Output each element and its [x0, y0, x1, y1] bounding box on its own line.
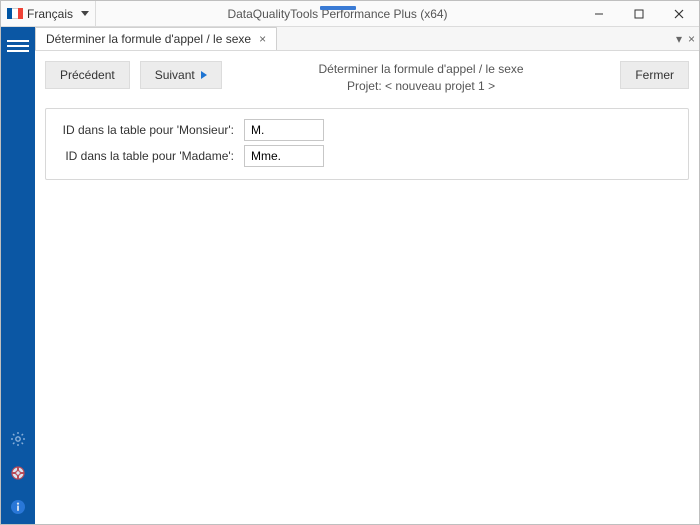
language-label: Français — [27, 7, 73, 21]
form-box: ID dans la table pour 'Monsieur': ID dan… — [45, 108, 689, 180]
toolbar-row: Précédent Suivant Déterminer la formule … — [45, 61, 689, 96]
minimize-button[interactable] — [579, 1, 619, 26]
menu-toggle-button[interactable] — [7, 35, 29, 57]
next-button[interactable]: Suivant — [140, 61, 222, 89]
previous-button-label: Précédent — [60, 68, 115, 82]
titlebar: Français DataQualityTools Performance Pl… — [1, 1, 699, 27]
tab-close-button[interactable]: × — [259, 33, 266, 45]
next-button-label: Suivant — [155, 68, 195, 82]
toolbar-center: Déterminer la formule d'appel / le sexe … — [232, 61, 611, 96]
row-monsieur: ID dans la table pour 'Monsieur': — [56, 117, 678, 143]
tabbar: Déterminer la formule d'appel / le sexe … — [35, 27, 699, 51]
sidebar — [1, 27, 35, 524]
window-controls — [579, 1, 699, 26]
close-panel-label: Fermer — [635, 68, 674, 82]
arrow-right-icon — [201, 71, 207, 79]
tab-label: Déterminer la formule d'appel / le sexe — [46, 32, 251, 46]
input-monsieur[interactable] — [244, 119, 324, 141]
maximize-icon — [634, 9, 644, 19]
help-button[interactable] — [7, 462, 29, 484]
panel-heading: Déterminer la formule d'appel / le sexe — [232, 61, 611, 78]
maximize-button[interactable] — [619, 1, 659, 26]
minimize-icon — [594, 9, 604, 19]
close-window-button[interactable] — [659, 1, 699, 26]
close-icon — [674, 9, 684, 19]
previous-button[interactable]: Précédent — [45, 61, 130, 89]
tabbar-spacer — [277, 27, 672, 50]
row-madame: ID dans la table pour 'Madame': — [56, 143, 678, 169]
lifebuoy-icon — [10, 465, 26, 481]
label-madame: ID dans la table pour 'Madame': — [56, 149, 236, 163]
title-highlight-icon — [320, 6, 356, 10]
language-selector[interactable]: Français — [1, 1, 96, 26]
label-monsieur: ID dans la table pour 'Monsieur': — [56, 123, 236, 137]
panel: Précédent Suivant Déterminer la formule … — [35, 51, 699, 524]
chevron-down-icon — [81, 11, 89, 16]
tab-menu-button[interactable]: ▾ — [676, 32, 682, 46]
close-panel-button[interactable]: Fermer — [620, 61, 689, 89]
tab-close-all-button[interactable]: × — [688, 32, 695, 46]
info-button[interactable] — [7, 496, 29, 518]
project-line: Projet: < nouveau projet 1 > — [232, 78, 611, 95]
settings-button[interactable] — [7, 428, 29, 450]
app-title-wrap: DataQualityTools Performance Plus (x64) — [96, 7, 579, 21]
flag-fr-icon — [7, 8, 23, 19]
main-area: Déterminer la formule d'appel / le sexe … — [1, 27, 699, 524]
info-icon — [10, 499, 26, 515]
input-madame[interactable] — [244, 145, 324, 167]
gear-icon — [10, 431, 26, 447]
content: Déterminer la formule d'appel / le sexe … — [35, 27, 699, 524]
tabbar-tools: ▾ × — [672, 27, 699, 50]
tab-active[interactable]: Déterminer la formule d'appel / le sexe … — [35, 27, 277, 50]
